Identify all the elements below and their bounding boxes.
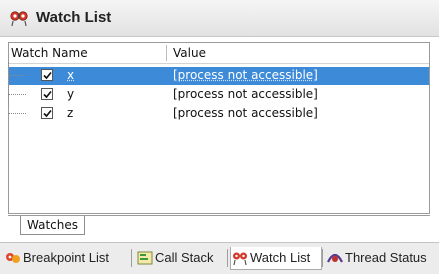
watch-table: Watch Name Value x [process not accessib… [8,42,430,214]
tab-call-stack[interactable]: Call Stack [136,247,224,269]
watch-name: z [67,106,74,120]
watch-value: [process not accessible] [173,87,318,101]
tree-line [8,94,26,95]
tab-separator [322,249,323,267]
row-checkbox[interactable] [41,88,53,100]
table-header: Watch Name Value [9,43,429,64]
thread-status-icon [326,250,344,266]
column-header-watch-name[interactable]: Watch Name [11,46,88,60]
window-title: Watch List [36,9,112,26]
column-header-value[interactable]: Value [173,46,206,60]
row-checkbox[interactable] [41,107,53,119]
tree-line [8,62,9,106]
tab-label: Thread Status [345,250,427,265]
tab-label: Breakpoint List [23,250,109,265]
tab-thread-status[interactable]: Thread Status [326,247,438,269]
breakpoint-icon [4,250,22,266]
window-titlebar: Watch List [0,0,439,37]
table-row[interactable]: z [process not accessible] [9,105,429,123]
table-row[interactable]: y [process not accessible] [9,86,429,104]
tab-label: Watch List [250,250,311,265]
tree-line [8,75,26,76]
tab-label: Call Stack [155,250,214,265]
watch-name: x [67,68,75,82]
tab-separator [131,249,132,267]
column-separator[interactable] [166,45,167,61]
bottom-tab-bar: Breakpoint List Call Stack Watch List Th… [0,242,439,274]
watch-value: [process not accessible] [173,106,318,120]
tab-breakpoint-list[interactable]: Breakpoint List [4,247,128,269]
watch-value: [process not accessible] [173,68,318,82]
table-row[interactable]: x [process not accessible] [9,67,429,85]
tab-watches[interactable]: Watches [20,216,85,235]
watch-list-icon [8,8,30,28]
tree-line [8,113,26,114]
tab-watch-list[interactable]: Watch List [230,247,322,270]
tab-separator [227,249,228,267]
call-stack-icon [136,250,154,266]
watch-list-icon [231,250,249,266]
row-checkbox[interactable] [41,69,53,81]
watch-name: y [67,87,75,101]
